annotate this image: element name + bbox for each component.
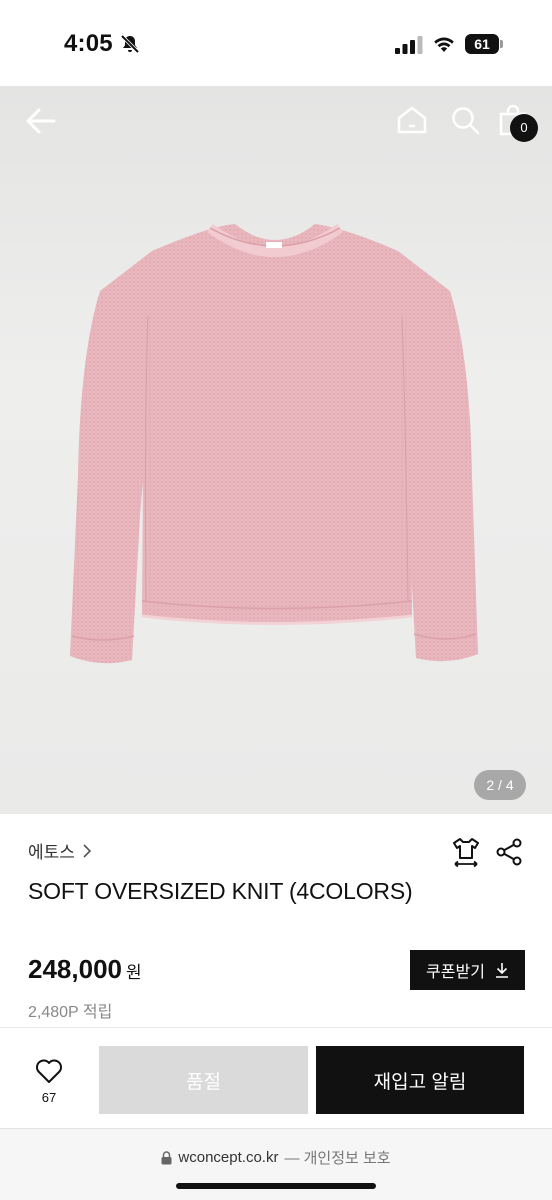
product-photo (70, 223, 478, 664)
battery-indicator: 61 (465, 34, 503, 54)
privacy-label: — 개인정보 보호 (284, 1150, 391, 1167)
battery-cap (500, 40, 503, 48)
search-icon[interactable] (450, 105, 480, 135)
product-title: SOFT OVERSIZED KNIT (4COLORS) (28, 878, 413, 904)
product-image-gallery[interactable]: 0 2 / 4 (0, 86, 552, 814)
status-time: 4:05 (64, 30, 113, 57)
brand-name: 에토스 (28, 843, 75, 862)
wishlist-button[interactable]: 67 (24, 1054, 74, 1110)
url-domain: wconcept.co.kr (178, 1149, 279, 1166)
image-counter: 2 / 4 (474, 770, 526, 800)
browser-url-bar[interactable]: wconcept.co.kr — 개인정보 보호 (0, 1128, 552, 1200)
home-indicator[interactable] (176, 1183, 376, 1189)
reward-points: 2,480P 적립 (28, 1004, 113, 1021)
share-icon[interactable] (495, 838, 523, 866)
restock-alert-button[interactable]: 재입고 알림 (316, 1046, 524, 1114)
cellular-signal-icon (395, 36, 423, 54)
heart-icon (36, 1059, 62, 1083)
price-currency: 원 (125, 963, 142, 982)
wishlist-count: 67 (41, 1090, 57, 1105)
battery-level: 61 (465, 34, 499, 54)
get-coupon-button[interactable]: 쿠폰받기 (410, 950, 525, 990)
coupon-button-label: 쿠폰받기 (426, 964, 485, 981)
status-bar: 4:05 61 (0, 0, 552, 86)
divider (0, 1027, 552, 1028)
lock-icon (161, 1150, 172, 1164)
cart-count-badge[interactable]: 0 (510, 114, 538, 142)
back-arrow-icon[interactable] (24, 106, 58, 136)
chevron-right-icon (83, 843, 92, 858)
home-icon[interactable] (396, 104, 428, 136)
brand-link[interactable]: 에토스 (28, 838, 93, 863)
url-display[interactable]: wconcept.co.kr — 개인정보 보호 (0, 1147, 552, 1168)
size-guide-icon[interactable] (451, 836, 481, 868)
bell-off-icon (120, 34, 140, 54)
download-icon (495, 963, 508, 978)
wifi-icon (434, 37, 454, 52)
sold-out-button[interactable]: 품절 (99, 1046, 308, 1114)
product-price: 248,000 (28, 954, 122, 984)
price-row: 248,000 원 (28, 954, 142, 985)
